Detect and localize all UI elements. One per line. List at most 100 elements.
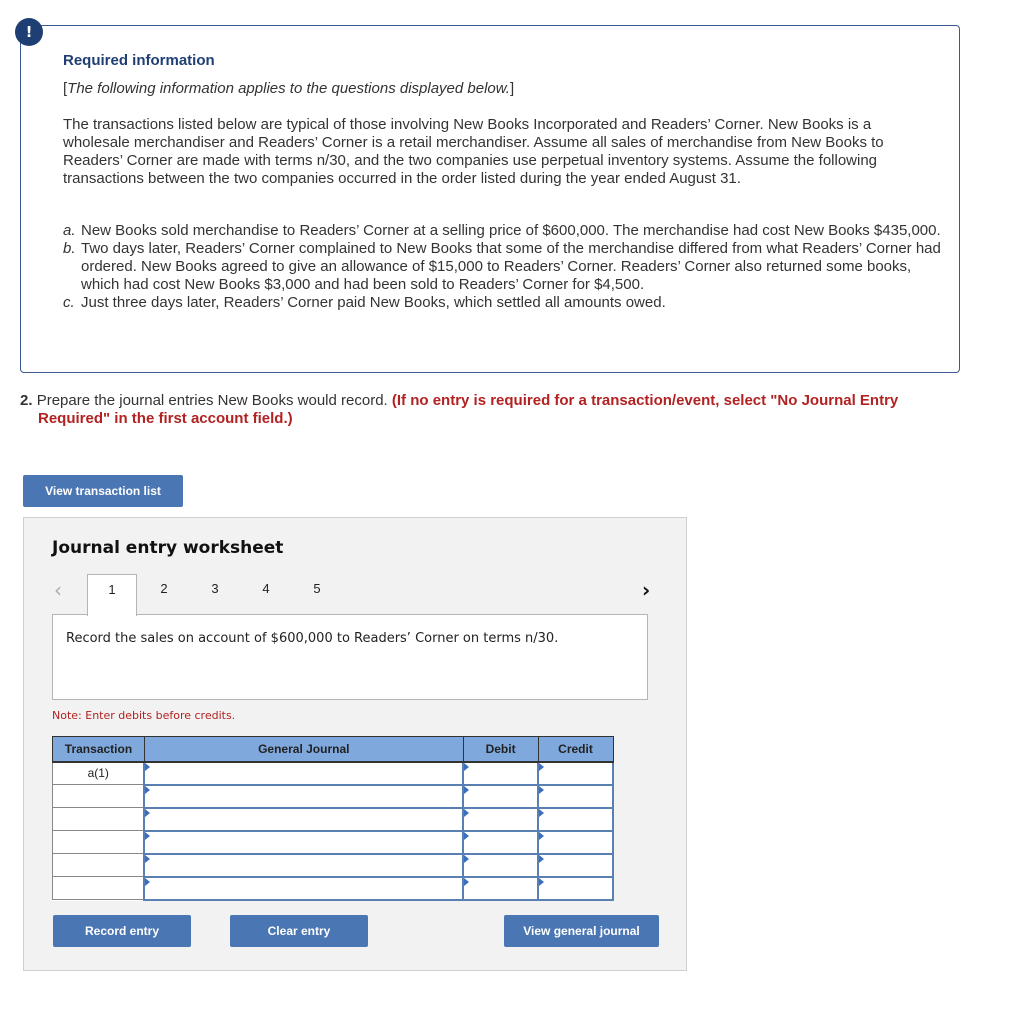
- dropdown-indicator-icon: [539, 762, 545, 771]
- dropdown-indicator-icon: [539, 785, 545, 794]
- item-letter: b.: [63, 240, 76, 257]
- tab-2[interactable]: 2: [143, 574, 185, 616]
- transaction-cell: [52, 807, 145, 831]
- dropdown-indicator-icon: [539, 877, 545, 886]
- header-debit: Debit: [462, 736, 539, 763]
- dropdown-indicator-icon: [539, 854, 545, 863]
- item-text: Two days later, Readers’ Corner complain…: [81, 240, 941, 293]
- account-field[interactable]: [143, 783, 465, 809]
- debit-input[interactable]: [464, 854, 538, 876]
- account-input[interactable]: [145, 808, 463, 830]
- credit-field[interactable]: [537, 806, 614, 832]
- header-credit: Credit: [537, 736, 614, 763]
- dropdown-indicator-icon: [464, 877, 470, 886]
- clear-entry-button[interactable]: Clear entry: [230, 915, 368, 947]
- debit-field[interactable]: [462, 852, 540, 878]
- debit-field[interactable]: [462, 829, 540, 855]
- account-input[interactable]: [145, 785, 463, 807]
- transaction-cell: a(1): [52, 761, 145, 785]
- dropdown-indicator-icon: [464, 785, 470, 794]
- table-row: [52, 806, 614, 832]
- account-field[interactable]: [143, 852, 465, 878]
- item-text: New Books sold merchandise to Readers’ C…: [81, 222, 941, 239]
- account-field[interactable]: [143, 875, 465, 901]
- chevron-right-icon[interactable]: ›: [642, 578, 650, 602]
- item-letter: c.: [63, 294, 75, 311]
- account-input[interactable]: [145, 831, 463, 853]
- tab-1[interactable]: 1: [87, 574, 137, 616]
- debit-input[interactable]: [464, 808, 538, 830]
- transaction-cell: [52, 876, 145, 900]
- dropdown-indicator-icon: [464, 762, 470, 771]
- table-row: a(1): [52, 760, 614, 786]
- debit-input[interactable]: [464, 785, 538, 807]
- note-text: Note: Enter debits before credits.: [52, 709, 236, 722]
- credit-field[interactable]: [537, 875, 614, 901]
- table-row: [52, 875, 614, 901]
- worksheet-title: Journal entry worksheet: [52, 538, 284, 558]
- transaction-list: a. New Books sold merchandise to Readers’…: [63, 222, 943, 312]
- debit-field[interactable]: [462, 875, 540, 901]
- credit-input[interactable]: [539, 854, 612, 876]
- info-subtitle: [The following information applies to th…: [63, 80, 515, 97]
- table-header-row: Transaction General Journal Debit Credit: [52, 736, 614, 763]
- dropdown-indicator-icon: [145, 877, 151, 886]
- tab-4[interactable]: 4: [245, 574, 287, 616]
- transaction-item-a: a. New Books sold merchandise to Readers’…: [63, 222, 943, 240]
- account-field[interactable]: [143, 806, 465, 832]
- credit-input[interactable]: [539, 762, 612, 784]
- prompt-box: Record the sales on account of $600,000 …: [52, 614, 648, 700]
- alert-icon: !: [15, 18, 43, 46]
- dropdown-indicator-icon: [464, 831, 470, 840]
- credit-field[interactable]: [537, 783, 614, 809]
- transaction-cell: [52, 853, 145, 877]
- dropdown-indicator-icon: [539, 808, 545, 817]
- account-field[interactable]: [143, 829, 465, 855]
- debit-input[interactable]: [464, 762, 538, 784]
- account-field[interactable]: [143, 760, 465, 786]
- tab-3[interactable]: 3: [194, 574, 236, 616]
- item-text: Just three days later, Readers’ Corner p…: [81, 294, 666, 311]
- credit-input[interactable]: [539, 877, 612, 899]
- credit-field[interactable]: [537, 829, 614, 855]
- transaction-cell: [52, 830, 145, 854]
- view-general-journal-button[interactable]: View general journal: [504, 915, 659, 947]
- credit-field[interactable]: [537, 760, 614, 786]
- credit-input[interactable]: [539, 831, 612, 853]
- prompt-text: Record the sales on account of $600,000 …: [66, 631, 559, 646]
- dropdown-indicator-icon: [145, 785, 151, 794]
- debit-input[interactable]: [464, 877, 538, 899]
- dropdown-indicator-icon: [464, 808, 470, 817]
- debit-field[interactable]: [462, 760, 540, 786]
- item-letter: a.: [63, 222, 76, 239]
- question-text: Prepare the journal entries New Books wo…: [36, 392, 388, 409]
- debit-input[interactable]: [464, 831, 538, 853]
- account-input[interactable]: [145, 762, 463, 784]
- view-transaction-list-button[interactable]: View transaction list: [23, 475, 183, 507]
- dropdown-indicator-icon: [539, 831, 545, 840]
- question-prompt: 2. Prepare the journal entries New Books…: [20, 392, 950, 428]
- account-input[interactable]: [145, 854, 463, 876]
- journal-table: Transaction General Journal Debit Credit…: [52, 736, 614, 901]
- dropdown-indicator-icon: [464, 854, 470, 863]
- dropdown-indicator-icon: [145, 762, 151, 771]
- credit-field[interactable]: [537, 852, 614, 878]
- required-information-box: Required information [The following info…: [20, 25, 960, 373]
- info-title: Required information: [63, 52, 215, 69]
- info-paragraph: The transactions listed below are typica…: [63, 116, 884, 187]
- debit-field[interactable]: [462, 783, 540, 809]
- debit-field[interactable]: [462, 806, 540, 832]
- credit-input[interactable]: [539, 785, 612, 807]
- transaction-cell: [52, 784, 145, 808]
- account-input[interactable]: [145, 877, 463, 899]
- dropdown-indicator-icon: [145, 854, 151, 863]
- table-row: [52, 783, 614, 809]
- credit-input[interactable]: [539, 808, 612, 830]
- dropdown-indicator-icon: [145, 808, 151, 817]
- transaction-item-c: c. Just three days later, Readers’ Corner…: [63, 294, 943, 312]
- chevron-left-icon[interactable]: ‹: [54, 578, 62, 602]
- table-row: [52, 829, 614, 855]
- tab-5[interactable]: 5: [296, 574, 338, 616]
- record-entry-button[interactable]: Record entry: [53, 915, 191, 947]
- journal-entry-worksheet: Journal entry worksheet ‹ 1 2 3 4 5 › Re…: [23, 517, 687, 971]
